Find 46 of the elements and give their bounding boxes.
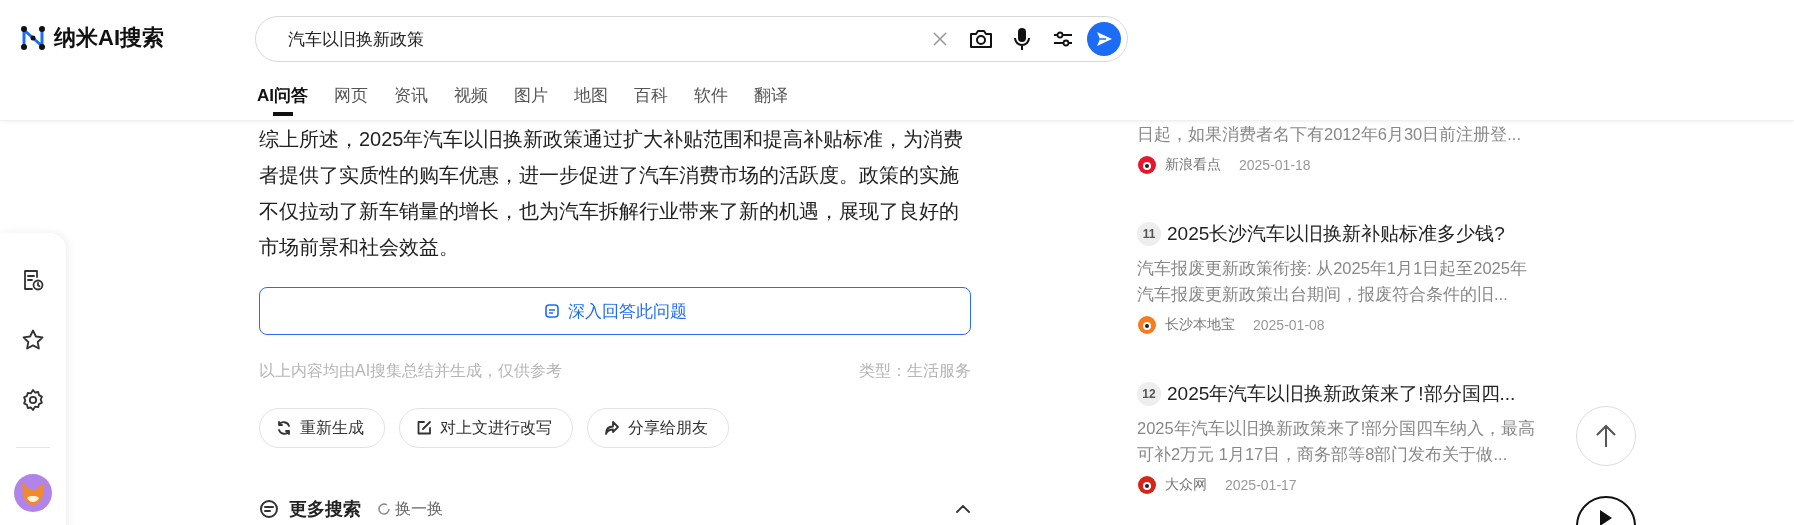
more-search-title: 更多搜索 — [289, 498, 361, 521]
settings-icon[interactable] — [20, 387, 46, 413]
search-list-icon — [259, 499, 279, 519]
tab[interactable]: 资讯 — [394, 76, 428, 116]
source-name: 新浪看点 — [1165, 156, 1221, 174]
source-name: 长沙本地宝 — [1165, 316, 1235, 334]
source-name: 大众网 — [1165, 476, 1207, 494]
result-snippet: 2025年汽车以旧换新政策来了!部分国四车纳入，最高可补2万元 1月17日，商务部等8部门发布关于做... — [1137, 418, 1537, 465]
tab[interactable]: 百科 — [634, 76, 668, 116]
result-number: 12 — [1137, 382, 1161, 406]
shuffle-link[interactable]: 换一换 — [377, 498, 443, 520]
send-icon — [1095, 30, 1113, 48]
tab[interactable]: 地图 — [574, 76, 608, 116]
deep-answer-button[interactable]: 深入回答此问题 — [259, 287, 971, 335]
avatar[interactable] — [14, 474, 52, 512]
arrow-up-icon — [1594, 423, 1618, 449]
logo-icon — [20, 25, 46, 51]
result-title[interactable]: 2025长沙汽车以旧换新补贴标准多少钱? — [1167, 221, 1505, 247]
result-snippet: 汽车报废更新政策衔接: 从2025年1月1日起至2025年汽车报废更新政策出台期间，报废符合条件的旧... — [1137, 258, 1528, 305]
action-button[interactable]: 分享给朋友 — [587, 408, 729, 448]
edit-icon — [416, 420, 432, 436]
result-snippet: 日起，如果消费者名下有2012年6月30日前注册登... — [1137, 124, 1522, 145]
publish-date: 2025-01-18 — [1239, 157, 1311, 173]
tab[interactable]: 翻译 — [754, 76, 788, 116]
send-button[interactable] — [1087, 22, 1121, 56]
tab[interactable]: 软件 — [694, 76, 728, 116]
document-icon — [543, 303, 560, 319]
search-field[interactable]: 汽车以旧换新政策 — [286, 28, 916, 50]
answer-paragraph: 综上所述，2025年汽车以旧换新政策通过扩大补贴范围和提高补贴标准，为消费者提供了实质性的购车优惠，进一步促进了汽车消费市场的活跃度。政策的实施不仅拉动了新车销量的增长，也为汽车拆解行业带来了新的机遇，展现了良好的市场前景和社会效益。 — [259, 127, 965, 260]
refresh-icon — [276, 420, 292, 436]
tab[interactable]: AI问答 — [257, 76, 308, 116]
publish-date: 2025-01-08 — [1253, 317, 1325, 333]
share-icon — [604, 420, 620, 436]
result-number: 11 — [1137, 222, 1161, 246]
tab[interactable]: 视频 — [454, 76, 488, 116]
action-button[interactable]: 重新生成 — [259, 408, 385, 448]
refresh-icon — [377, 502, 391, 516]
result-title[interactable]: 2025年汽车以旧换新政策来了!部分国四... — [1167, 381, 1516, 407]
category-label: 类型：生活服务 — [859, 361, 971, 381]
disclaimer-text: 以上内容均由AI搜集总结并生成，仅供参考 — [259, 361, 563, 381]
tab[interactable]: 网页 — [334, 76, 368, 116]
publish-date: 2025-01-17 — [1225, 477, 1297, 493]
collapse-icon[interactable] — [955, 504, 971, 514]
tab[interactable]: 图片 — [514, 76, 548, 116]
logo-text: 纳米AI搜索 — [54, 24, 164, 52]
action-button[interactable]: 对上文进行改写 — [399, 408, 573, 448]
